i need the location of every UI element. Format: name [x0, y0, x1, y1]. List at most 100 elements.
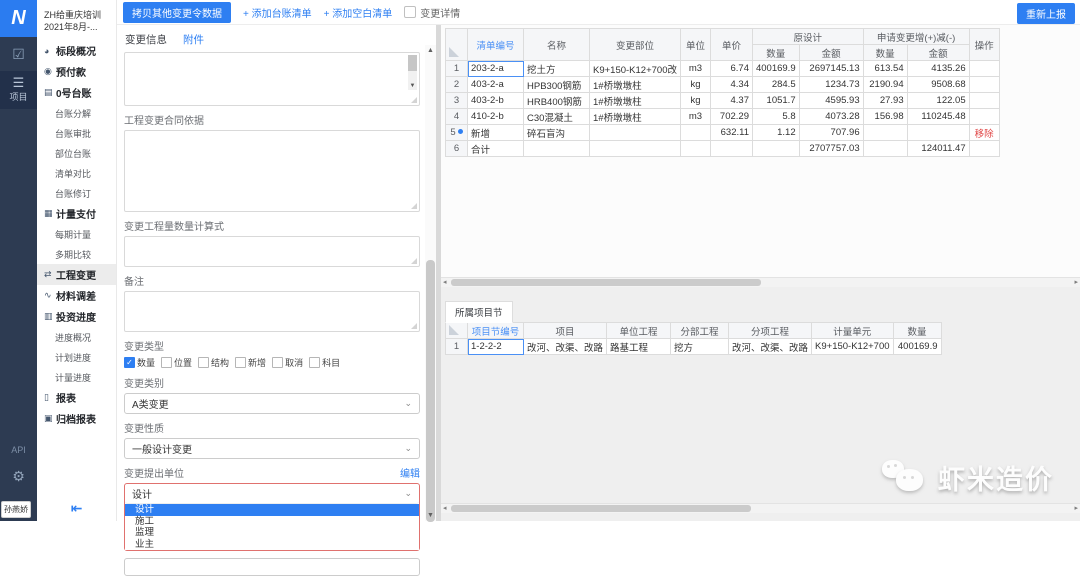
col-amount[interactable]: 金额: [799, 45, 863, 61]
col-amount2[interactable]: 金额: [907, 45, 969, 61]
scroll-left-icon[interactable]: ◂: [443, 504, 447, 513]
change-detail-checkbox[interactable]: [404, 6, 416, 18]
unchecked-checkbox[interactable]: [272, 357, 283, 368]
sidebar-item-ledger-approval[interactable]: 台账审批: [37, 123, 116, 143]
api-label[interactable]: API: [0, 445, 37, 455]
checked-checkbox[interactable]: ✓: [124, 357, 135, 368]
scroll-right-icon[interactable]: ▸: [1074, 278, 1078, 287]
sidebar-item-investment-progress[interactable]: ▥投资进度: [37, 306, 116, 327]
col-quantity[interactable]: 数量: [893, 323, 941, 339]
sidebar-item-period-measure[interactable]: 每期计量: [37, 224, 116, 244]
form-scrollbar[interactable]: ▲ ▼: [425, 45, 436, 521]
resize-grip-icon[interactable]: [411, 258, 417, 264]
sidebar-item-ledger-breakdown[interactable]: 台账分解: [37, 103, 116, 123]
sidebar-item-project-change[interactable]: ⇄工程变更: [37, 264, 116, 285]
scrollbar-thumb[interactable]: [451, 279, 761, 286]
change-type-option[interactable]: ✓数量: [124, 356, 155, 369]
extra-input[interactable]: [124, 558, 420, 576]
table-row[interactable]: 3403-2-bHRB400钢筋1#桥墩墩柱kg4.371051.74595.9…: [446, 93, 1000, 109]
change-type-option[interactable]: 位置: [161, 356, 192, 369]
user-name-tag[interactable]: 孙燕娇: [1, 501, 31, 518]
table-row[interactable]: 5新增碎石盲沟632.111.12707.96移除: [446, 125, 1000, 141]
col-list-no[interactable]: 清单编号: [468, 29, 524, 61]
add-blank-list-button[interactable]: + 添加空白清单: [324, 5, 393, 20]
sidebar-item-plan-progress[interactable]: 计划进度: [37, 347, 116, 367]
col-measure-unit[interactable]: 计量单元: [812, 323, 893, 339]
sidebar-item-measure-progress[interactable]: 计量进度: [37, 367, 116, 387]
col-unit[interactable]: 单位: [680, 29, 710, 61]
tab-attachments[interactable]: 附件: [183, 32, 204, 47]
resubmit-button[interactable]: 重新上报: [1017, 3, 1075, 24]
scroll-right-icon[interactable]: ▸: [1074, 504, 1078, 513]
horizontal-scrollbar[interactable]: ◂ ▸: [441, 277, 1080, 287]
change-type-option[interactable]: 科目: [309, 356, 340, 369]
unchecked-checkbox[interactable]: [235, 357, 246, 368]
change-nature-select[interactable]: 一般设计变更 ⌄: [124, 438, 420, 459]
unchecked-checkbox[interactable]: [309, 357, 320, 368]
collapse-sidebar-icon[interactable]: ⇤: [37, 500, 116, 517]
table-row[interactable]: 2403-2-aHPB300钢筋1#桥墩墩柱kg4.34284.51234.73…: [446, 77, 1000, 93]
sidebar-item-list-compare[interactable]: 清单对比: [37, 163, 116, 183]
rail-item-project[interactable]: ☰ 项目: [0, 71, 37, 109]
scrollbar-thumb[interactable]: [451, 505, 751, 512]
textarea-scrollbar[interactable]: ▼: [408, 55, 417, 90]
resize-grip-icon[interactable]: [411, 203, 417, 209]
remark-textarea[interactable]: [124, 291, 420, 332]
dropdown-option[interactable]: 业主: [125, 539, 419, 551]
contract-basis-textarea[interactable]: [124, 130, 420, 212]
sidebar-item-material-adjust[interactable]: ∿材料调差: [37, 285, 116, 306]
col-sub-project[interactable]: 分项工程: [729, 323, 812, 339]
col-qty2[interactable]: 数量: [863, 45, 907, 61]
scroll-up-icon[interactable]: ▲: [425, 47, 436, 54]
table-row[interactable]: 6合计2707757.03124011.47: [446, 141, 1000, 157]
sidebar-item-position-ledger[interactable]: 部位台账: [37, 143, 116, 163]
remove-link[interactable]: 移除: [975, 129, 994, 140]
col-qty[interactable]: 数量: [752, 45, 799, 61]
scroll-down-icon[interactable]: ▼: [408, 82, 417, 90]
change-type-option[interactable]: 取消: [272, 356, 303, 369]
col-unit-project[interactable]: 单位工程: [607, 323, 671, 339]
unchecked-checkbox[interactable]: [198, 357, 209, 368]
change-type-option[interactable]: 新增: [235, 356, 266, 369]
gear-icon[interactable]: ⚙: [0, 468, 37, 485]
change-category-select[interactable]: A类变更 ⌄: [124, 393, 420, 414]
unchecked-checkbox[interactable]: [161, 357, 172, 368]
sidebar-item-multi-period-compare[interactable]: 多期比较: [37, 244, 116, 264]
sidebar-item-archive-report[interactable]: ▣归档报表: [37, 408, 116, 429]
dropdown-option[interactable]: 设计: [125, 504, 419, 516]
col-unit-price[interactable]: 单价: [710, 29, 752, 61]
scroll-left-icon[interactable]: ◂: [443, 278, 447, 287]
tasks-icon[interactable]: ☑: [0, 37, 37, 71]
edit-link[interactable]: 编辑: [400, 465, 420, 480]
sidebar-item-ledger-revision[interactable]: 台账修订: [37, 183, 116, 203]
table-row[interactable]: 1203-2-a挖土方K9+150-K12+700改m36.74400169.9…: [446, 61, 1000, 77]
app-logo[interactable]: N: [0, 0, 37, 37]
resize-grip-icon[interactable]: [411, 323, 417, 329]
table-row[interactable]: 4410-2-bC30混凝土1#桥墩墩柱m3702.295.84073.2815…: [446, 109, 1000, 125]
horizontal-scrollbar[interactable]: ◂ ▸: [441, 503, 1080, 513]
col-section-no[interactable]: 项目节编号: [468, 323, 524, 339]
sidebar-item-report[interactable]: ▯报表: [37, 387, 116, 408]
tab-project-section[interactable]: 所属项目节: [445, 301, 513, 323]
col-division-project[interactable]: 分部工程: [671, 323, 729, 339]
scroll-down-icon[interactable]: ▼: [425, 512, 436, 519]
sidebar-item-progress-overview[interactable]: 进度概况: [37, 327, 116, 347]
scrollbar-thumb[interactable]: [408, 55, 417, 71]
col-name[interactable]: 名称: [524, 29, 590, 61]
sidebar-item-prepayment[interactable]: ◉预付款: [37, 61, 116, 82]
quantity-formula-textarea[interactable]: [124, 236, 420, 267]
sidebar-item-section-overview[interactable]: ◕标段概况: [37, 40, 116, 61]
dropdown-option[interactable]: 监理: [125, 527, 419, 539]
change-info-textarea[interactable]: ▼: [124, 52, 420, 106]
dropdown-option[interactable]: 施工: [125, 516, 419, 528]
col-change-part[interactable]: 变更部位: [590, 29, 681, 61]
sidebar-item-ledger-0[interactable]: ▤0号台账: [37, 82, 116, 103]
copy-change-data-button[interactable]: 拷贝其他变更令数据: [123, 2, 231, 23]
table-row[interactable]: 11-2-2-2改河、改渠、改路路基工程挖方改河、改渠、改路K9+150-K12…: [446, 339, 942, 355]
proposer-select[interactable]: 设计 ⌄: [125, 484, 419, 504]
tab-change-info[interactable]: 变更信息: [125, 32, 167, 47]
col-project[interactable]: 项目: [524, 323, 607, 339]
resize-grip-icon[interactable]: [411, 97, 417, 103]
add-ledger-list-button[interactable]: + 添加台账清单: [243, 5, 312, 20]
scrollbar-thumb[interactable]: [426, 260, 435, 522]
